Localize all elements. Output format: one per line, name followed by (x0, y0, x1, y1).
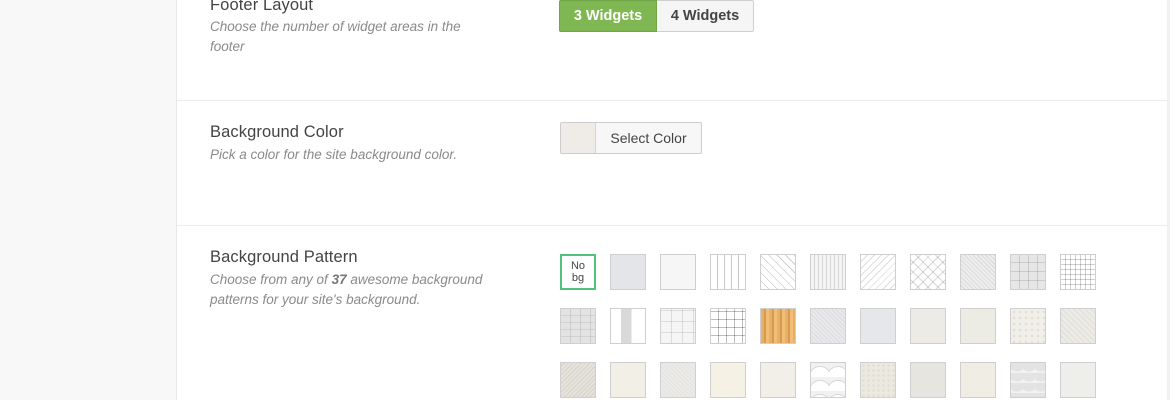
pattern-tile[interactable] (610, 362, 646, 398)
pattern-tile[interactable] (1010, 308, 1046, 344)
pattern-tile[interactable] (960, 308, 996, 344)
select-color-button[interactable]: Select Color (560, 122, 702, 154)
pattern-tile[interactable] (760, 254, 796, 290)
pattern-tile[interactable] (910, 362, 946, 398)
pattern-tile[interactable] (710, 362, 746, 398)
pattern-tile[interactable] (610, 254, 646, 290)
pattern-tile[interactable] (1060, 362, 1096, 398)
pattern-tile[interactable] (810, 362, 846, 398)
admin-sidebar (0, 0, 177, 400)
pattern-tile[interactable] (760, 362, 796, 398)
pattern-tile[interactable] (810, 254, 846, 290)
pattern-tile[interactable] (810, 308, 846, 344)
background-color-section: Background Color Pick a color for the si… (177, 101, 1167, 225)
four-widgets-button[interactable]: 4 Widgets (657, 0, 754, 32)
pattern-tile[interactable] (560, 308, 596, 344)
color-swatch (561, 123, 596, 153)
pattern-tile[interactable] (1010, 362, 1046, 398)
pattern-tile[interactable] (960, 254, 996, 290)
pattern-tile[interactable] (1060, 308, 1096, 344)
footer-layout-title: Footer Layout (210, 0, 314, 14)
pattern-tile[interactable] (860, 362, 896, 398)
pattern-tile[interactable] (960, 362, 996, 398)
pattern-tile[interactable] (910, 254, 946, 290)
pattern-tile[interactable] (660, 362, 696, 398)
pattern-tile[interactable] (1060, 254, 1096, 290)
pattern-tile[interactable] (860, 254, 896, 290)
background-color-description: Pick a color for the site background col… (210, 147, 458, 162)
background-pattern-title: Background Pattern (210, 248, 358, 266)
pattern-count: 37 (331, 272, 347, 287)
footer-layout-description: Choose the number of widget areas in the… (210, 19, 461, 54)
pattern-tile[interactable] (1010, 254, 1046, 290)
background-color-title: Background Color (210, 123, 344, 141)
footer-layout-section: Footer Layout Choose the number of widge… (177, 0, 1167, 100)
no-bg-label: No bg (570, 260, 586, 284)
settings-panel: Footer Layout Choose the number of widge… (177, 0, 1167, 400)
pattern-tile[interactable] (710, 308, 746, 344)
select-color-label: Select Color (610, 130, 687, 146)
pattern-tile[interactable] (710, 254, 746, 290)
pattern-tile[interactable] (660, 254, 696, 290)
pattern-tile[interactable] (560, 362, 596, 398)
pattern-tile[interactable] (660, 308, 696, 344)
pattern-tile[interactable] (610, 308, 646, 344)
three-widgets-button[interactable]: 3 Widgets (559, 0, 657, 32)
pattern-tile-no-bg[interactable]: No bg (560, 254, 596, 290)
background-pattern-description: Choose from any of 37 awesome background… (210, 272, 483, 307)
pattern-tile[interactable] (910, 308, 946, 344)
pattern-tile[interactable] (860, 308, 896, 344)
footer-layout-toggle: 3 Widgets 4 Widgets (559, 0, 754, 33)
pattern-tile[interactable] (760, 308, 796, 344)
